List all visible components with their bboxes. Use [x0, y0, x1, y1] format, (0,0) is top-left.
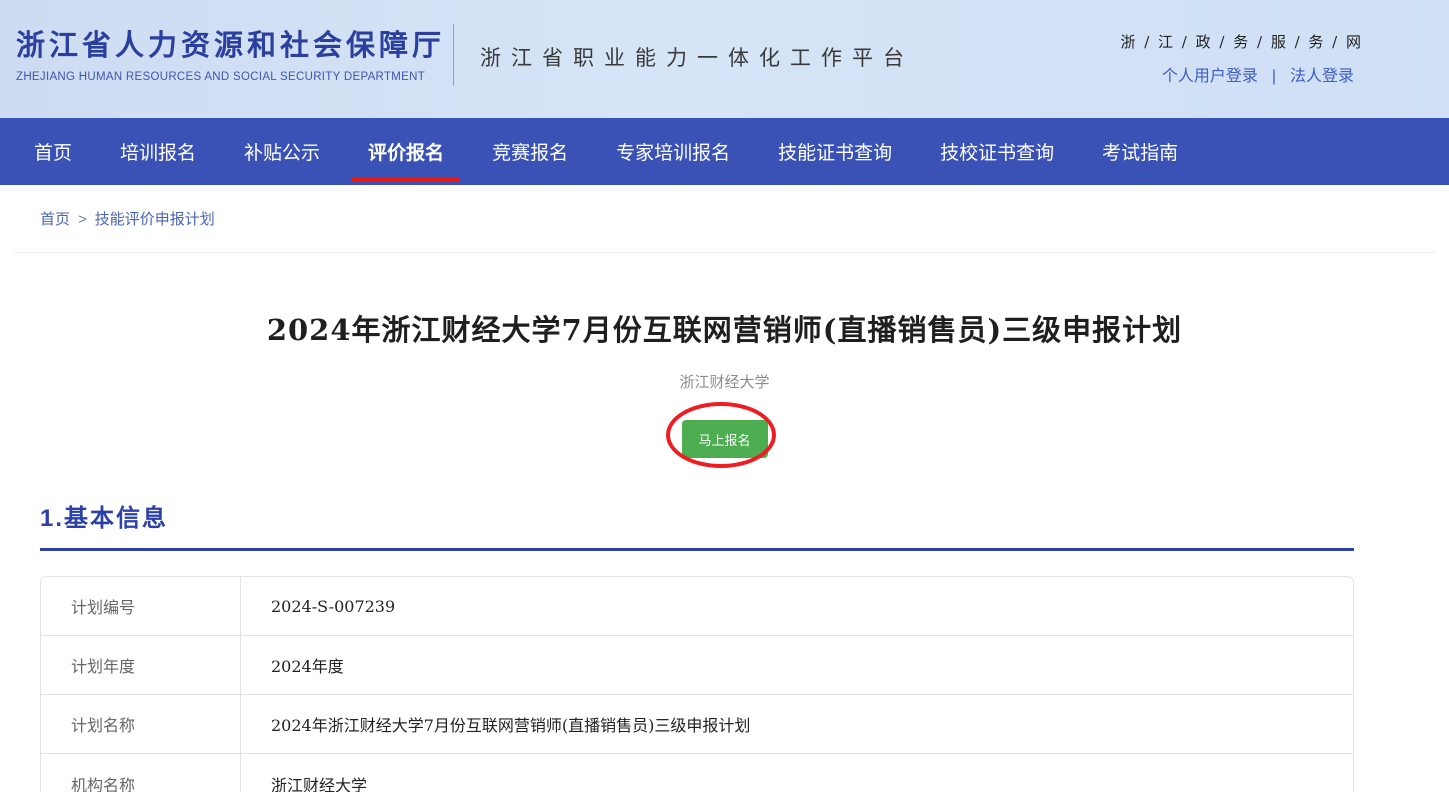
section-title-basic-info: 1.基本信息	[40, 498, 1449, 533]
nav-item-evaluation-signup[interactable]: 评价报名	[368, 118, 444, 185]
nav-item-exam-guide[interactable]: 考试指南	[1102, 118, 1178, 185]
table-row: 计划编号 2024-S-007239	[41, 577, 1353, 636]
table-row: 计划年度 2024年度	[41, 636, 1353, 695]
nav-item-expert-training-signup[interactable]: 专家培训报名	[616, 118, 730, 185]
basic-info-table: 计划编号 2024-S-007239 计划年度 2024年度 计划名称 2024…	[40, 576, 1354, 792]
page-title: 2024年浙江财经大学7月份互联网营销师(直播销售员)三级申报计划	[0, 307, 1449, 349]
breadcrumb-home-link[interactable]: 首页	[40, 211, 70, 228]
login-links: 个人用户登录 | 法人登录	[1162, 62, 1354, 86]
row-value-organization-name: 浙江财经大学	[241, 754, 1353, 792]
row-label-plan-year: 计划年度	[41, 636, 241, 694]
nav-item-skill-certificate-query[interactable]: 技能证书查询	[778, 118, 892, 185]
row-label-plan-name: 计划名称	[41, 695, 241, 753]
platform-title: 浙江省职业能力一体化工作平台	[480, 42, 914, 72]
nav-item-subsidy-publicity[interactable]: 补贴公示	[244, 118, 320, 185]
signup-now-button[interactable]: 马上报名	[682, 420, 768, 458]
header-vertical-divider	[453, 24, 454, 86]
nav-item-training-signup[interactable]: 培训报名	[120, 118, 196, 185]
breadcrumb-divider	[14, 252, 1435, 253]
nav-item-home[interactable]: 首页	[34, 118, 72, 185]
breadcrumb-separator: >	[78, 211, 87, 228]
nav-item-competition-signup[interactable]: 竞赛报名	[492, 118, 568, 185]
table-row: 机构名称 浙江财经大学	[41, 754, 1353, 792]
row-value-plan-name: 2024年浙江财经大学7月份互联网营销师(直播销售员)三级申报计划	[241, 695, 1353, 753]
main-navigation: 首页 培训报名 补贴公示 评价报名 竞赛报名 专家培训报名 技能证书查询 技校证…	[0, 118, 1449, 185]
login-links-separator: |	[1272, 68, 1276, 85]
legal-person-login-link[interactable]: 法人登录	[1290, 68, 1354, 85]
breadcrumb: 首页 > 技能评价申报计划	[0, 185, 1449, 252]
section-title-underline	[40, 548, 1354, 551]
signup-button-area: 马上报名	[682, 420, 768, 458]
personal-login-link[interactable]: 个人用户登录	[1162, 68, 1258, 85]
table-row: 计划名称 2024年浙江财经大学7月份互联网营销师(直播销售员)三级申报计划	[41, 695, 1353, 754]
site-header: 浙江省人力资源和社会保障厅 ZHEJIANG HUMAN RESOURCES A…	[0, 0, 1449, 118]
row-value-plan-number: 2024-S-007239	[241, 577, 1353, 635]
department-name-english: ZHEJIANG HUMAN RESOURCES AND SOCIAL SECU…	[16, 71, 445, 83]
department-logo: 浙江省人力资源和社会保障厅 ZHEJIANG HUMAN RESOURCES A…	[16, 22, 445, 83]
breadcrumb-current-page[interactable]: 技能评价申报计划	[95, 211, 215, 228]
department-name: 浙江省人力资源和社会保障厅	[16, 22, 445, 64]
organization-subtitle: 浙江财经大学	[0, 371, 1449, 392]
row-label-organization-name: 机构名称	[41, 754, 241, 792]
nav-item-technical-school-certificate-query[interactable]: 技校证书查询	[940, 118, 1054, 185]
row-label-plan-number: 计划编号	[41, 577, 241, 635]
row-value-plan-year: 2024年度	[241, 636, 1353, 694]
zhejiang-gov-service-net-label[interactable]: 浙 / 江 / 政 / 务 / 服 / 务 / 网	[1120, 31, 1363, 52]
